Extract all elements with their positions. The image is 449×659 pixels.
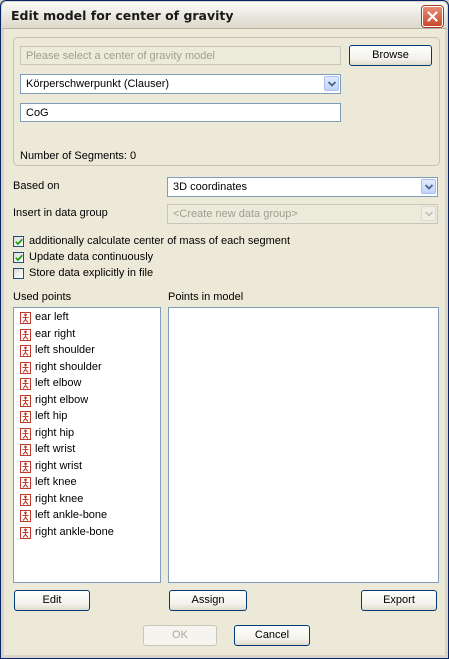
list-item-label: ear right bbox=[35, 327, 76, 340]
insert-group-dropdown bbox=[421, 206, 436, 221]
person-point-icon bbox=[20, 361, 31, 374]
list-item-label: left shoulder bbox=[35, 344, 95, 356]
dialog-window: Edit model for center of gravity Please … bbox=[0, 0, 449, 659]
list-item[interactable]: left shoulder bbox=[14, 343, 160, 360]
chevron-down-icon bbox=[425, 211, 433, 217]
person-point-icon bbox=[20, 328, 31, 341]
close-icon bbox=[427, 11, 438, 22]
person-point-icon bbox=[20, 493, 31, 506]
chevron-down-icon bbox=[328, 81, 336, 87]
list-item-label: right elbow bbox=[35, 393, 89, 406]
segment-count: Number of Segments: 0 bbox=[20, 150, 137, 162]
person-point-icon bbox=[20, 444, 31, 456]
list-item[interactable]: right shoulder bbox=[14, 360, 160, 377]
assign-button[interactable]: Assign bbox=[169, 590, 247, 611]
update-continuously-checkbox[interactable] bbox=[13, 252, 24, 263]
list-item[interactable]: left knee bbox=[14, 475, 160, 492]
list-item-label: left knee bbox=[35, 476, 77, 488]
person-point-icon bbox=[20, 477, 31, 489]
title-bar[interactable]: Edit model for center of gravity bbox=[2, 2, 447, 29]
list-item-label: ear left bbox=[35, 311, 69, 323]
dialog-body: Please select a center of gravity model … bbox=[5, 29, 444, 655]
checkmark-icon bbox=[15, 254, 23, 262]
person-point-icon bbox=[20, 460, 31, 473]
model-path-field: Please select a center of gravity model bbox=[20, 46, 341, 65]
list-item-label: left elbow bbox=[35, 377, 82, 389]
store-explicitly-checkbox[interactable] bbox=[13, 268, 24, 279]
list-item-label: right knee bbox=[35, 492, 84, 505]
segment-com-checkbox[interactable] bbox=[13, 236, 24, 247]
model-select-value: Körperschwerpunkt (Clauser) bbox=[26, 78, 170, 90]
list-item-label: left hip bbox=[35, 410, 68, 422]
list-item[interactable]: ear right bbox=[14, 327, 160, 344]
used-points-list[interactable]: ear left ear right left shoulder right shou… bbox=[13, 307, 161, 583]
browse-button[interactable]: Browse bbox=[349, 45, 432, 66]
model-groupbox: Please select a center of gravity model … bbox=[13, 37, 440, 166]
person-point-icon bbox=[20, 427, 31, 440]
ok-button: OK bbox=[143, 625, 217, 646]
insert-group-select: <Create new data group> bbox=[167, 204, 438, 224]
person-point-icon bbox=[20, 378, 31, 390]
checkmark-icon bbox=[15, 238, 23, 246]
model-points-header: Points in model bbox=[168, 291, 244, 303]
person-point-icon bbox=[20, 526, 31, 539]
based-on-select[interactable]: 3D coordinates bbox=[167, 177, 438, 197]
list-item[interactable]: right elbow bbox=[14, 393, 160, 410]
list-item-label: right shoulder bbox=[35, 360, 102, 373]
model-name-input[interactable]: CoG bbox=[20, 103, 341, 122]
based-on-label: Based on bbox=[13, 180, 60, 192]
model-select[interactable]: Körperschwerpunkt (Clauser) bbox=[20, 74, 341, 94]
list-item-label: right hip bbox=[35, 426, 75, 439]
list-item[interactable]: ear left bbox=[14, 310, 160, 327]
used-points-header: Used points bbox=[13, 291, 72, 303]
cancel-button[interactable]: Cancel bbox=[234, 625, 310, 646]
list-item[interactable]: right hip bbox=[14, 426, 160, 443]
person-point-icon bbox=[20, 394, 31, 407]
list-item[interactable]: left wrist bbox=[14, 442, 160, 459]
person-point-icon bbox=[20, 411, 31, 423]
close-button[interactable] bbox=[422, 6, 443, 27]
person-point-icon bbox=[20, 312, 31, 324]
list-item-label: right wrist bbox=[35, 459, 83, 472]
list-item[interactable]: right knee bbox=[14, 492, 160, 509]
list-item[interactable]: right wrist bbox=[14, 459, 160, 476]
segment-com-label[interactable]: additionally calculate center of mass of… bbox=[29, 235, 290, 247]
based-on-dropdown[interactable] bbox=[421, 179, 436, 194]
based-on-value: 3D coordinates bbox=[173, 181, 247, 193]
window-title: Edit model for center of gravity bbox=[11, 8, 234, 23]
list-item-label: left wrist bbox=[35, 443, 76, 455]
update-continuously-label[interactable]: Update data continuously bbox=[29, 251, 153, 263]
model-points-list[interactable] bbox=[168, 307, 439, 583]
insert-group-value: <Create new data group> bbox=[173, 208, 298, 220]
person-point-icon bbox=[20, 345, 31, 357]
store-explicitly-label[interactable]: Store data explicitly in file bbox=[29, 267, 153, 279]
list-item[interactable]: left ankle-bone bbox=[14, 508, 160, 525]
person-point-icon bbox=[20, 510, 31, 522]
list-item[interactable]: left hip bbox=[14, 409, 160, 426]
export-button[interactable]: Export bbox=[361, 590, 437, 611]
edit-button[interactable]: Edit bbox=[14, 590, 90, 611]
model-select-dropdown[interactable] bbox=[324, 76, 339, 91]
list-item[interactable]: left elbow bbox=[14, 376, 160, 393]
insert-group-label: Insert in data group bbox=[13, 207, 108, 219]
list-item-label: left ankle-bone bbox=[35, 509, 108, 521]
list-item-label: right ankle-bone bbox=[35, 525, 114, 538]
list-item[interactable]: right ankle-bone bbox=[14, 525, 160, 542]
chevron-down-icon bbox=[425, 184, 433, 190]
